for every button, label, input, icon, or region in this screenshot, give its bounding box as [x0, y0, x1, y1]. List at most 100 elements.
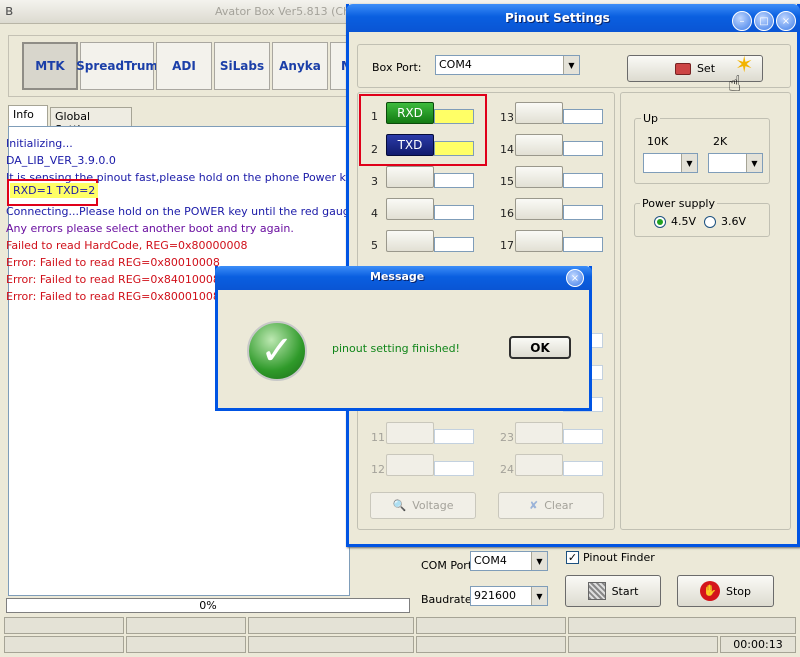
chevron-down-icon: ▼ — [531, 552, 547, 570]
up-10k-select[interactable]: ▼ — [643, 153, 698, 173]
set-label: Set — [696, 62, 716, 75]
pin-4-field[interactable] — [434, 205, 474, 220]
pin-number: 12 — [371, 463, 385, 476]
log-line: Connecting...Please hold on the POWER ke… — [6, 205, 387, 218]
toolbox-icon — [674, 62, 691, 75]
pin-12-field[interactable] — [434, 461, 474, 476]
status-cell — [4, 617, 124, 634]
start-label: Start — [611, 584, 639, 598]
progress-bar: 0% — [6, 598, 410, 613]
subtab-global-settings[interactable]: Global Settings — [50, 107, 132, 136]
pinout-finder-checkbox[interactable]: ✓ — [566, 551, 579, 564]
pin-13-button[interactable] — [515, 102, 563, 124]
box-port-select[interactable]: COM4 ▼ — [435, 55, 580, 75]
stop-button[interactable]: ✋ Stop — [677, 575, 774, 607]
main-window-title: Avator Box Ver5.813 (China — [215, 5, 367, 18]
eraser-icon: ✘ — [529, 499, 539, 512]
log-line: DA_LIB_VER_3.9.0.0 — [6, 154, 116, 167]
pin-number: 16 — [500, 207, 514, 220]
chevron-down-icon: ▼ — [563, 56, 579, 74]
ok-button[interactable]: OK — [509, 336, 571, 359]
pin-23-field[interactable] — [563, 429, 603, 444]
power-3-6v-radio[interactable] — [704, 216, 716, 228]
log-line: Any errors please select another boot an… — [6, 222, 294, 235]
subtab-info[interactable]: Info — [8, 105, 48, 127]
start-button[interactable]: Start — [565, 575, 661, 607]
pin-13-field[interactable] — [563, 109, 603, 124]
pin-5-button[interactable] — [386, 230, 434, 252]
pin-15-button[interactable] — [515, 166, 563, 188]
com-port-value: COM4 — [474, 554, 507, 567]
power-4-5v-radio[interactable] — [654, 216, 666, 228]
tab-anyka[interactable]: Anyka — [272, 42, 328, 90]
up-10k-label: 10K — [647, 135, 669, 148]
clear-label: Clear — [544, 499, 573, 512]
pin-number: 14 — [500, 143, 514, 156]
status-cell — [416, 636, 566, 653]
message-text: pinout setting finished! — [332, 342, 460, 355]
maximize-icon[interactable]: □ — [754, 11, 774, 31]
pin-17-field[interactable] — [563, 237, 603, 252]
stop-hand-icon: ✋ — [699, 581, 720, 601]
clear-button[interactable]: ✘ Clear — [498, 492, 604, 519]
status-cell — [416, 617, 566, 634]
tab-adi[interactable]: ADI — [156, 42, 212, 90]
pin-3-button[interactable] — [386, 166, 434, 188]
tab-spreadtrum[interactable]: SpreadTrum — [76, 42, 158, 90]
checkmark-icon: ✓ — [247, 321, 307, 381]
pin-number: 4 — [371, 207, 378, 220]
tab-mtk[interactable]: MTK — [22, 42, 78, 90]
pin-11-button[interactable] — [386, 422, 434, 444]
pin-14-button[interactable] — [515, 134, 563, 156]
pin-2-button[interactable]: TXD — [386, 134, 434, 156]
pin-3-field[interactable] — [434, 173, 474, 188]
power-4-5v-label: 4.5V — [671, 215, 697, 228]
pin-11-field[interactable] — [434, 429, 474, 444]
chevron-down-icon: ▼ — [681, 154, 697, 172]
pin-1-button[interactable]: RXD — [386, 102, 434, 124]
pin-5-field[interactable] — [434, 237, 474, 252]
radio-dot-icon — [657, 219, 663, 225]
status-cell — [248, 636, 414, 653]
up-2k-label: 2K — [713, 135, 728, 148]
up-2k-select[interactable]: ▼ — [708, 153, 763, 173]
voltage-button[interactable]: 🔍 Voltage — [370, 492, 476, 519]
close-icon[interactable]: × — [566, 269, 584, 287]
pin-12-button[interactable] — [386, 454, 434, 476]
chip-icon — [587, 582, 606, 600]
pin-17-button[interactable] — [515, 230, 563, 252]
pin-2-field[interactable] — [434, 141, 474, 156]
pin-number: 13 — [500, 111, 514, 124]
pin-16-button[interactable] — [515, 198, 563, 220]
chevron-down-icon: ▼ — [531, 587, 547, 605]
pin-number: 11 — [371, 431, 385, 444]
com-port-select[interactable]: COM4 ▼ — [470, 551, 548, 571]
minimize-icon[interactable]: – — [732, 11, 752, 31]
tab-silabs[interactable]: SiLabs — [214, 42, 270, 90]
pin-24-button[interactable] — [515, 454, 563, 476]
pin-24-field[interactable] — [563, 461, 603, 476]
power-supply-title: Power supply — [640, 197, 717, 210]
baudrate-label: Baudrate — [421, 593, 472, 606]
status-cell — [4, 636, 124, 653]
pin-1-field[interactable] — [434, 109, 474, 124]
pin-14-field[interactable] — [563, 141, 603, 156]
com-port-label: COM Port — [421, 559, 473, 572]
pin-15-field[interactable] — [563, 173, 603, 188]
voltage-label: Voltage — [412, 499, 454, 512]
log-line: Error: Failed to read REG=0x80001008 — [6, 290, 220, 303]
up-group-title: Up — [641, 112, 661, 125]
message-title: Message — [370, 270, 425, 283]
pin-number: 24 — [500, 463, 514, 476]
pin-23-button[interactable] — [515, 422, 563, 444]
log-line: Error: Failed to read REG=0x80010008 — [6, 256, 220, 269]
pin-4-button[interactable] — [386, 198, 434, 220]
pin-16-field[interactable] — [563, 205, 603, 220]
close-icon[interactable]: × — [776, 11, 796, 31]
box-port-value: COM4 — [439, 58, 472, 71]
up-group — [634, 118, 770, 184]
baudrate-select[interactable]: 921600 ▼ — [470, 586, 548, 606]
pin-number: 3 — [371, 175, 378, 188]
pin-number: 15 — [500, 175, 514, 188]
pin-number: 5 — [371, 239, 378, 252]
